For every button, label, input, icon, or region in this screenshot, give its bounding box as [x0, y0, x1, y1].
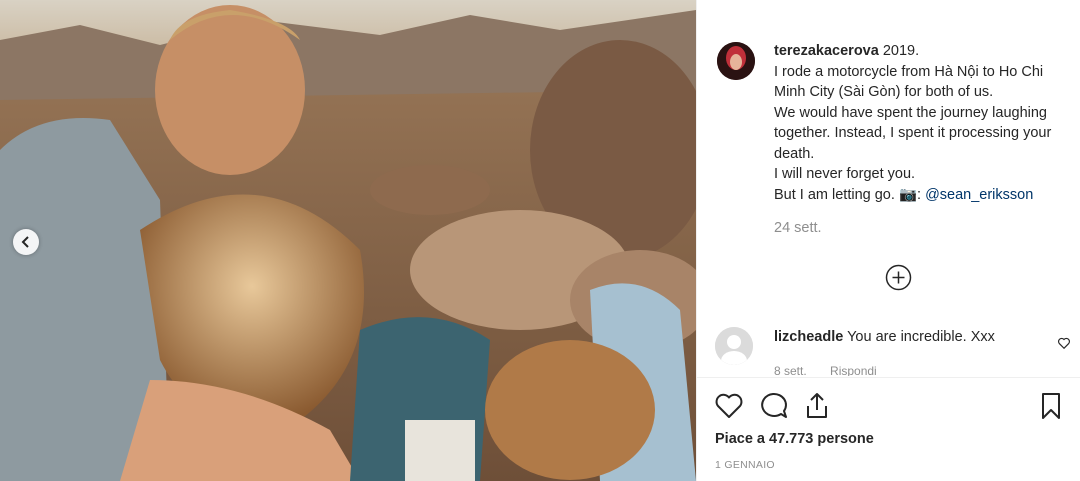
- post-caption: terezakacerova 2019. I rode a motorcycle…: [774, 41, 1069, 205]
- reply-button[interactable]: Rispondi: [830, 364, 877, 376]
- caption-line: 2019.: [882, 43, 920, 59]
- commenter-avatar[interactable]: [715, 327, 753, 365]
- comment-button[interactable]: [757, 390, 789, 422]
- comment-username[interactable]: lizcheadle: [774, 329, 843, 345]
- caption-line: I will never forget you.: [774, 166, 916, 182]
- share-icon: [801, 393, 833, 426]
- save-button[interactable]: [1035, 390, 1067, 422]
- caption-line: I rode a motorcycle from Hà Nội to Ho Ch…: [774, 63, 1044, 101]
- load-more-comments-button[interactable]: [885, 264, 912, 291]
- post-side-panel: terezakacerova 2019. I rode a motorcycle…: [696, 0, 1080, 481]
- caption-line: We would have spent the journey laughing…: [774, 104, 1052, 162]
- share-button[interactable]: [801, 390, 833, 422]
- previous-photo-button[interactable]: [13, 229, 39, 255]
- comment: lizcheadle You are incredible. Xxx: [774, 327, 995, 347]
- heart-icon: [1057, 337, 1071, 354]
- photo-image: [0, 0, 696, 481]
- mention-link[interactable]: @sean_eriksson: [925, 187, 1033, 203]
- chevron-left-icon: [21, 236, 31, 248]
- author-avatar[interactable]: [717, 42, 755, 80]
- post-date: 1 GENNAIO: [715, 459, 775, 471]
- comment-time: 8 sett.: [774, 364, 807, 376]
- caption-line: But I am letting go.: [774, 186, 895, 203]
- comment-icon: [757, 392, 789, 426]
- comment-like-button[interactable]: [1057, 336, 1071, 350]
- comment-text: You are incredible. Xxx: [847, 329, 995, 345]
- post-photo[interactable]: [0, 0, 696, 481]
- divider: [697, 377, 1080, 378]
- camera-emoji: 📷: [898, 186, 917, 203]
- likes-count[interactable]: Piace a 47.773 persone: [715, 431, 874, 447]
- like-button[interactable]: [713, 390, 745, 422]
- heart-icon: [713, 393, 745, 426]
- post-time-ago: 24 sett.: [774, 220, 822, 236]
- author-username[interactable]: terezakacerova: [774, 43, 879, 59]
- comment-meta: 8 sett. Rispondi: [774, 364, 897, 376]
- plus-circle-icon: [885, 264, 912, 295]
- bookmark-icon: [1035, 393, 1067, 426]
